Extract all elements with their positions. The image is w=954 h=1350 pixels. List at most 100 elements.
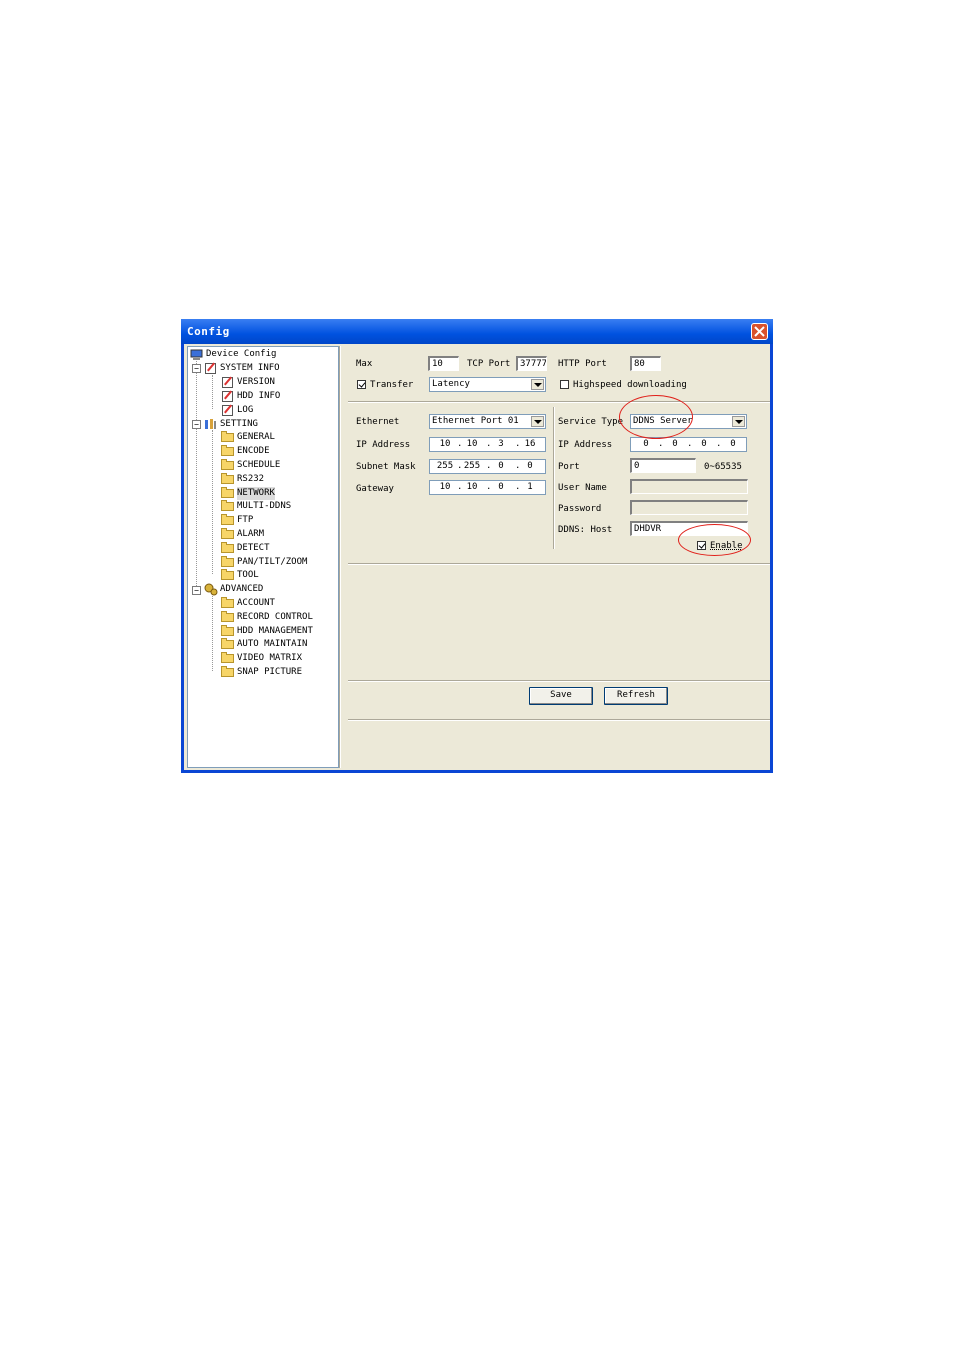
subnet-mask-label: Subnet Mask <box>356 462 416 472</box>
ip-dot: . <box>457 461 463 471</box>
chevron-down-icon[interactable] <box>732 416 745 427</box>
close-button[interactable] <box>751 323 768 340</box>
folder-icon <box>221 459 234 470</box>
folder-icon <box>221 445 234 456</box>
note-icon <box>205 363 216 374</box>
ip-octet[interactable]: 0 <box>697 438 711 451</box>
gateway-field[interactable]: 10 10 0 1 ... <box>429 480 546 495</box>
tree-item-multi-ddns-label: MULTI-DDNS <box>237 501 292 511</box>
password-input[interactable] <box>630 500 748 515</box>
service-ip-label: IP Address <box>558 440 613 450</box>
ip-octet[interactable]: 16 <box>521 438 539 451</box>
ip-octet[interactable]: 10 <box>436 438 454 451</box>
tree-item-hdd-info-label: HDD INFO <box>237 391 281 401</box>
tree-item-alarm-label: ALARM <box>237 529 265 539</box>
tree-item-general-label: GENERAL <box>237 432 275 442</box>
ip-dot: . <box>716 439 722 449</box>
tree-item-schedule-label: SCHEDULE <box>237 460 281 470</box>
ip-octet[interactable]: 1 <box>521 481 539 494</box>
ip-octet[interactable]: 3 <box>492 438 510 451</box>
section-divider <box>348 680 770 682</box>
expand-setting[interactable]: − <box>192 420 201 429</box>
ip-dot: . <box>457 482 463 492</box>
max-input[interactable]: 10 <box>428 356 459 371</box>
ip-octet[interactable]: 10 <box>463 438 481 451</box>
ip-octet[interactable]: 10 <box>436 481 454 494</box>
ethernet-label: Ethernet <box>356 417 400 427</box>
tree-item-version-label: VERSION <box>237 377 275 387</box>
folder-icon <box>221 431 234 442</box>
folder-icon <box>221 652 234 663</box>
folder-icon <box>221 528 234 539</box>
refresh-button[interactable]: Refresh <box>604 687 668 705</box>
ip-octet[interactable]: 0 <box>521 460 539 473</box>
annotation-ellipse-enable <box>678 524 751 556</box>
ethernet-select[interactable]: Ethernet Port 01 <box>429 414 546 429</box>
ip-dot: . <box>486 482 492 492</box>
tree-divider <box>339 346 341 768</box>
ip-dot: . <box>486 439 492 449</box>
ip-octet[interactable]: 0 <box>668 438 682 451</box>
ip-dot: . <box>515 461 521 471</box>
ip-octet[interactable]: 255 <box>434 460 456 473</box>
folder-icon <box>221 611 234 622</box>
folder-icon <box>221 597 234 608</box>
section-divider <box>348 563 770 565</box>
tree-item-snap-picture-label: SNAP PICTURE <box>237 667 303 677</box>
tree-item-auto-maintain-label: AUTO MAINTAIN <box>237 639 308 649</box>
folder-icon <box>221 473 234 484</box>
folder-icon <box>221 625 234 636</box>
expand-advanced[interactable]: − <box>192 586 201 595</box>
transfer-mode-value: Latency <box>432 379 470 389</box>
tree-item-record-control-label: RECORD CONTROL <box>237 612 313 622</box>
user-name-input[interactable] <box>630 479 748 494</box>
highspeed-checkbox[interactable] <box>560 380 569 389</box>
expand-system-info[interactable]: − <box>192 364 201 373</box>
tree-item-setting-label: SETTING <box>220 419 258 429</box>
ip-octet[interactable]: 0 <box>726 438 740 451</box>
service-port-input[interactable]: 0 <box>630 458 696 473</box>
tools-icon <box>205 419 216 429</box>
close-icon <box>754 326 765 337</box>
ip-octet[interactable]: 0 <box>492 481 510 494</box>
tree-item-system-info-label: SYSTEM INFO <box>220 363 280 373</box>
ethernet-ip-field[interactable]: 10 10 3 16 ... <box>429 437 546 452</box>
user-name-label: User Name <box>558 483 607 493</box>
save-button[interactable]: Save <box>529 687 593 705</box>
ip-dot: . <box>486 461 492 471</box>
tree-item-log-label: LOG <box>237 405 254 415</box>
ip-octet[interactable]: 0 <box>639 438 653 451</box>
column-divider <box>553 407 555 549</box>
tree-item-rs232-label: RS232 <box>237 474 265 484</box>
ip-dot: . <box>515 439 521 449</box>
tree-item-account-label: ACCOUNT <box>237 598 275 608</box>
tree-item-tool-label: TOOL <box>237 570 259 580</box>
folder-icon <box>221 638 234 649</box>
chevron-down-icon[interactable] <box>531 379 544 390</box>
folder-icon <box>221 500 234 511</box>
window-title: Config <box>187 325 230 338</box>
transfer-mode-select[interactable]: Latency <box>429 377 546 392</box>
tree-item-network-label: NETWORK <box>237 487 275 500</box>
tree-item-ftp-label: FTP <box>237 515 254 525</box>
tcp-port-input[interactable]: 37777 <box>516 356 547 371</box>
ip-octet[interactable]: 255 <box>461 460 483 473</box>
ip-dot: . <box>658 439 664 449</box>
note-icon <box>222 405 233 416</box>
folder-icon <box>221 542 234 553</box>
title-bar[interactable]: Config <box>181 319 773 344</box>
folder-icon <box>221 556 234 567</box>
chevron-down-icon[interactable] <box>531 416 544 427</box>
tree-item-advanced-label: ADVANCED <box>220 584 264 594</box>
highspeed-label: Highspeed downloading <box>573 380 687 390</box>
subnet-mask-field[interactable]: 255 255 0 0 ... <box>429 459 546 474</box>
http-port-input[interactable]: 80 <box>630 356 661 371</box>
port-range-hint: 0~65535 <box>704 462 742 472</box>
folder-icon <box>221 569 234 580</box>
service-ip-field[interactable]: 0 0 0 0 ... <box>630 437 747 452</box>
transfer-checkbox[interactable] <box>357 380 366 389</box>
ip-octet[interactable]: 0 <box>492 460 510 473</box>
ip-octet[interactable]: 10 <box>463 481 481 494</box>
tree-item-video-matrix-label: VIDEO MATRIX <box>237 653 303 663</box>
open-folder-icon <box>221 487 234 498</box>
